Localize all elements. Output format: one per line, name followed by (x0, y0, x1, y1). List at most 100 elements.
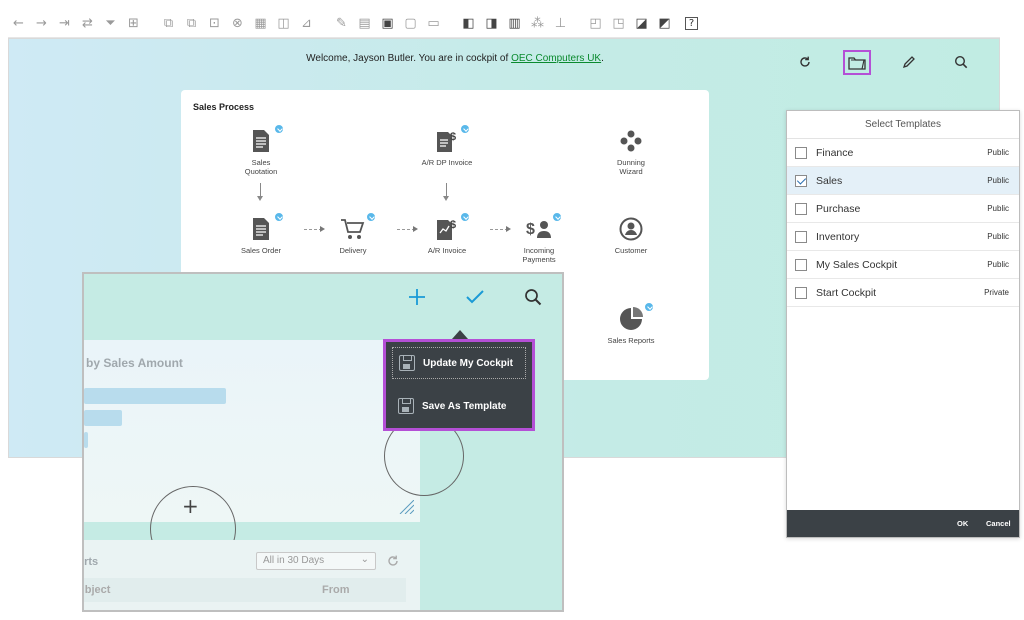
save-as-template-item[interactable]: Save As Template (392, 390, 526, 422)
paste-doc-icon[interactable]: ⧉ (183, 15, 200, 32)
template-name: Finance (816, 146, 854, 159)
add-widget-circle[interactable] (384, 416, 464, 496)
message-icon[interactable]: ▭ (425, 15, 442, 32)
node-label: Incoming Payments (522, 246, 556, 264)
forward-arrow-icon[interactable]: → (33, 15, 50, 32)
refresh-arrows-icon[interactable]: ⇄ (79, 15, 96, 32)
ok-button[interactable]: OK (957, 519, 968, 528)
folder-icon (843, 49, 871, 75)
template-checkbox[interactable] (795, 146, 807, 159)
badge-icon (366, 212, 376, 222)
node-ar-dp-invoice[interactable]: $ A/R DP Invoice (407, 124, 487, 167)
template-name: Inventory (816, 230, 860, 243)
template-checkbox[interactable] (795, 202, 807, 215)
template-row[interactable]: Purchase Public (787, 195, 1019, 223)
sales-amount-widget: by Sales Amount + (84, 340, 464, 572)
chart-export-icon[interactable]: ◪ (633, 15, 650, 32)
alerts-widget: erts All in 30 Days ⌄ ubject From (84, 540, 420, 610)
link-icon[interactable]: ⊡ (206, 15, 223, 32)
select-templates-dialog: Select Templates Finance Public Sales Publi… (786, 110, 1020, 538)
table-icon[interactable]: ▦ (252, 15, 269, 32)
update-my-cockpit-item[interactable]: Update My Cockpit (392, 347, 526, 379)
print-icon[interactable]: ◰ (587, 15, 604, 32)
template-name: Start Cockpit (816, 286, 877, 299)
add-icon[interactable] (408, 288, 426, 306)
edit-cockpit-button[interactable] (883, 47, 935, 77)
user-icon[interactable]: ⊥ (552, 15, 569, 32)
company-link[interactable]: OEC Computers UK (511, 53, 601, 64)
node-label: Customer (614, 246, 648, 255)
document-icon (253, 218, 269, 240)
search-icon[interactable] (524, 288, 542, 306)
refresh-button[interactable] (779, 47, 831, 77)
doc-list-icon[interactable]: ▤ (356, 15, 373, 32)
template-visibility: Public (987, 176, 1009, 185)
node-sales-order[interactable]: Sales Order (221, 212, 301, 255)
doc-icon[interactable]: ⊿ (298, 15, 315, 32)
tree-icon[interactable]: ⁂ (529, 15, 546, 32)
node-dunning-wizard[interactable]: Dunning Wizard (591, 128, 671, 176)
welcome-text: Welcome, Jayson Butler. You are in cockp… (306, 53, 512, 64)
template-visibility: Public (987, 204, 1009, 213)
plus-icon: + (182, 494, 199, 518)
template-visibility: Private (984, 288, 1009, 297)
form-icon[interactable]: ◫ (275, 15, 292, 32)
edit-icon[interactable]: ✎ (333, 15, 350, 32)
help-icon[interactable]: ? (685, 17, 698, 30)
badge-icon (644, 302, 654, 312)
layout-icon[interactable]: ⊗ (229, 15, 246, 32)
template-checkbox[interactable] (795, 174, 807, 187)
chart-bar (84, 432, 88, 448)
back-arrow-icon[interactable]: ← (10, 15, 27, 32)
calculator-icon[interactable]: ▥ (506, 15, 523, 32)
document-icon (253, 130, 269, 152)
template-row[interactable]: Finance Public (787, 139, 1019, 167)
node-sales-quotation[interactable]: Sales Quotation (221, 124, 301, 176)
comment-icon[interactable]: ▢ (402, 15, 419, 32)
template-checkbox[interactable] (795, 286, 807, 299)
template-row[interactable]: Start Cockpit Private (787, 279, 1019, 307)
save-options-menu: Update My Cockpit Save As Template (383, 339, 535, 431)
menu-pointer (452, 330, 468, 339)
template-checkbox[interactable] (795, 230, 807, 243)
customer-icon (619, 217, 643, 241)
report-settings-icon[interactable]: ◨ (483, 15, 500, 32)
menu-item-label: Save As Template (422, 400, 507, 412)
zoom-actions (408, 288, 542, 306)
settings-doc-icon[interactable]: ◩ (656, 15, 673, 32)
column-subject[interactable]: ubject (84, 584, 110, 596)
template-visibility: Public (987, 232, 1009, 241)
dunning-wizard-icon (620, 130, 642, 152)
print-preview-icon[interactable]: ◳ (610, 15, 627, 32)
node-incoming-payments[interactable]: $ Incoming Payments (499, 212, 579, 264)
column-from[interactable]: From (322, 584, 350, 596)
svg-text:$: $ (526, 221, 535, 238)
last-arrow-icon[interactable]: ⇥ (56, 15, 73, 32)
node-label: Delivery (339, 246, 367, 255)
filter-icon[interactable]: ⏷ (102, 15, 119, 32)
node-ar-invoice[interactable]: $ A/R Invoice (407, 212, 487, 255)
copy-doc-icon[interactable]: ⧉ (160, 15, 177, 32)
menu-item-label: Update My Cockpit (423, 357, 514, 369)
template-row[interactable]: Sales Public (787, 167, 1019, 195)
svg-text:$: $ (450, 219, 456, 231)
node-sales-reports[interactable]: Sales Reports (591, 302, 671, 345)
report-edit-icon[interactable]: ▣ (379, 15, 396, 32)
refresh-icon[interactable] (386, 554, 400, 568)
template-row[interactable]: My Sales Cockpit Public (787, 251, 1019, 279)
node-label: A/R Invoice (427, 246, 467, 255)
template-checkbox[interactable] (795, 258, 807, 271)
invoice-icon: $ (437, 219, 456, 240)
report-icon[interactable]: ◧ (460, 15, 477, 32)
checkmark-icon[interactable] (466, 290, 484, 304)
cancel-button[interactable]: Cancel (986, 519, 1011, 528)
template-row[interactable]: Inventory Public (787, 223, 1019, 251)
resize-handle-icon[interactable] (398, 500, 414, 514)
node-customer[interactable]: Customer (591, 216, 671, 255)
template-name: My Sales Cockpit (816, 258, 898, 271)
find-icon[interactable]: ⊞ (125, 15, 142, 32)
alerts-period-select[interactable]: All in 30 Days ⌄ (256, 552, 376, 570)
node-delivery[interactable]: Delivery (313, 212, 393, 255)
search-button[interactable] (935, 47, 987, 77)
open-templates-button[interactable] (831, 47, 883, 77)
